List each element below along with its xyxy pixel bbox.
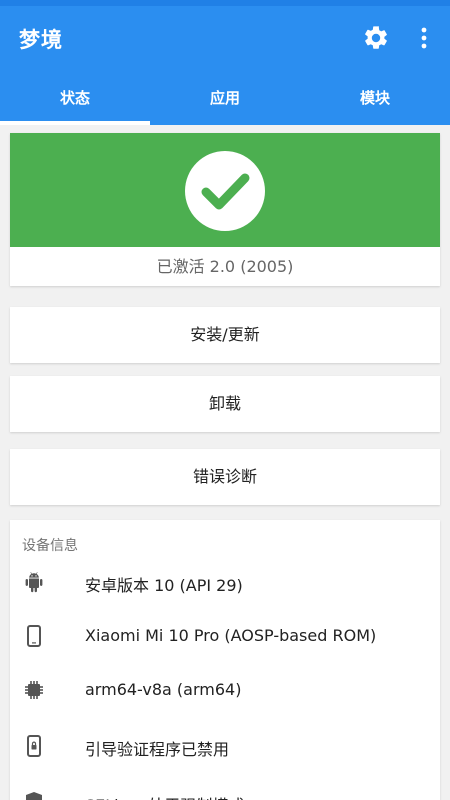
uninstall-button[interactable]: 卸载 (10, 376, 440, 432)
more-options-icon[interactable] (412, 24, 436, 52)
tab-bar: 状态 应用 模块 (0, 78, 450, 125)
device-info-title: 设备信息 (22, 538, 78, 554)
chip-icon (25, 681, 43, 699)
status-bar-strip (0, 0, 450, 6)
device-model-text: Xiaomi Mi 10 Pro (AOSP-based ROM) (85, 626, 377, 645)
status-banner (10, 133, 440, 247)
verified-boot-text: 引导验证程序已禁用 (85, 740, 230, 759)
install-update-button[interactable]: 安装/更新 (10, 307, 440, 363)
install-update-label: 安装/更新 (190, 325, 260, 344)
android-icon (25, 572, 43, 593)
tab-modules[interactable]: 模块 (300, 78, 450, 125)
cpu-abi-text: arm64-v8a (arm64) (85, 680, 242, 699)
status-card: 已激活 2.0 (2005) (10, 133, 440, 286)
settings-gear-icon[interactable] (362, 24, 390, 52)
activation-status-text: 已激活 2.0 (2005) (156, 257, 294, 276)
phone-lock-icon (27, 735, 41, 757)
info-row-verified-boot: 引导验证程序已禁用 (10, 726, 440, 766)
app-bar: 梦境 状态 应用 模块 (0, 0, 450, 125)
tab-apps[interactable]: 应用 (150, 78, 300, 125)
android-version-text: 安卓版本 10 (API 29) (85, 576, 243, 595)
diagnose-label: 错误诊断 (192, 467, 257, 486)
tab-modules-label: 模块 (359, 89, 390, 107)
selinux-text: SELinux处于强制模式 (85, 792, 244, 800)
tab-status[interactable]: 状态 (0, 78, 150, 125)
tab-apps-label: 应用 (209, 89, 240, 107)
shield-icon (26, 792, 42, 800)
device-info-card: 设备信息 安卓版本 10 (API 29) Xiaomi Mi 10 Pro (… (10, 520, 440, 800)
phone-icon (27, 625, 41, 647)
info-row-selinux: SELinux处于强制模式 (10, 782, 440, 800)
tab-selected-indicator (0, 121, 150, 125)
info-row-device-model: Xiaomi Mi 10 Pro (AOSP-based ROM) (10, 616, 440, 656)
diagnose-button[interactable]: 错误诊断 (10, 449, 440, 505)
app-title: 梦境 (19, 28, 63, 52)
tab-status-label: 状态 (59, 89, 90, 107)
check-icon (201, 173, 250, 210)
uninstall-label: 卸载 (208, 394, 241, 413)
info-row-cpu-abi: arm64-v8a (arm64) (10, 670, 440, 710)
check-circle (185, 151, 265, 231)
info-row-android-version: 安卓版本 10 (API 29) (10, 562, 440, 602)
